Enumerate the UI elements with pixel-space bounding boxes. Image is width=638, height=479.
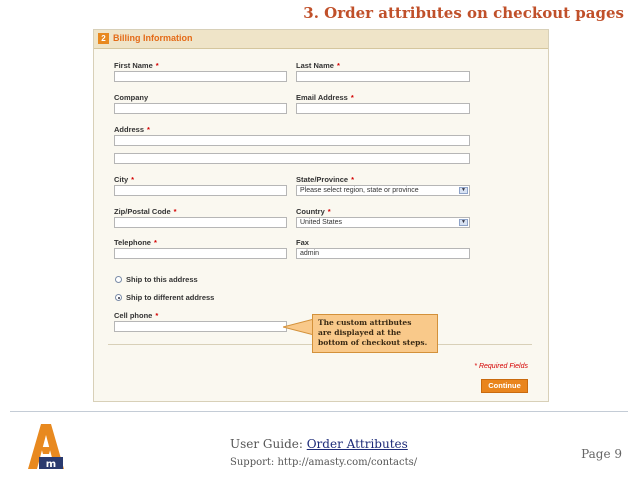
amasty-logo-icon: m (28, 424, 64, 470)
first-name-label: First Name * (114, 61, 159, 70)
page-number: Page 9 (581, 447, 622, 461)
continue-button[interactable]: Continue (481, 379, 528, 393)
ship-different-radio[interactable] (115, 294, 122, 301)
footer-rule (10, 411, 628, 412)
city-input[interactable] (114, 185, 287, 196)
state-select[interactable]: Please select region, state or province … (296, 185, 470, 196)
support-text: Support: http://amasty.com/contacts/ (230, 457, 418, 468)
state-label: State/Province * (296, 175, 355, 184)
section-title: Billing Information (113, 33, 193, 43)
cell-phone-label: Cell phone * (114, 311, 159, 320)
zip-label: Zip/Postal Code * (114, 207, 177, 216)
ship-same-radio[interactable] (115, 276, 122, 283)
address-label: Address * (114, 125, 150, 134)
company-input[interactable] (114, 103, 287, 114)
ship-different-label[interactable]: Ship to different address (126, 293, 214, 302)
country-select[interactable]: United States ▼ (296, 217, 470, 228)
chevron-down-icon: ▼ (459, 219, 468, 226)
required-fields-note: * Required Fields (474, 363, 528, 370)
fax-input[interactable]: admin (296, 248, 470, 259)
last-name-input[interactable] (296, 71, 470, 82)
first-name-input[interactable] (114, 71, 287, 82)
fax-label: Fax (296, 238, 309, 247)
callout-line-2: are displayed at the (318, 328, 402, 337)
guide-prefix: User Guide: (230, 437, 307, 451)
last-name-label: Last Name * (296, 61, 340, 70)
footer-guide: User Guide: Order Attributes (230, 437, 408, 451)
callout-pointer (283, 318, 315, 336)
ship-same-label[interactable]: Ship to this address (126, 275, 198, 284)
state-select-value: Please select region, state or province (300, 187, 419, 194)
guide-link[interactable]: Order Attributes (307, 437, 408, 451)
callout-line-3: bottom of checkout steps. (318, 338, 428, 347)
cell-phone-input[interactable] (114, 321, 287, 332)
section-header[interactable]: 2 Billing Information (94, 30, 548, 49)
address-line1-input[interactable] (114, 135, 470, 146)
zip-input[interactable] (114, 217, 287, 228)
fax-value: admin (300, 250, 320, 257)
city-label: City * (114, 175, 135, 184)
chevron-down-icon: ▼ (459, 187, 468, 194)
email-input[interactable] (296, 103, 470, 114)
company-label: Company (114, 93, 149, 102)
callout-note: The custom attributes are displayed at t… (312, 314, 438, 353)
page-heading: 3. Order attributes on checkout pages (303, 4, 624, 22)
telephone-label: Telephone * (114, 238, 157, 247)
telephone-input[interactable] (114, 248, 287, 259)
address-line2-input[interactable] (114, 153, 470, 164)
callout-line-1: The custom attributes (318, 318, 412, 327)
email-label: Email Address * (296, 93, 354, 102)
svg-text:m: m (46, 459, 56, 470)
country-label: Country * (296, 207, 331, 216)
step-number: 2 (98, 33, 109, 44)
country-select-value: United States (300, 219, 343, 226)
